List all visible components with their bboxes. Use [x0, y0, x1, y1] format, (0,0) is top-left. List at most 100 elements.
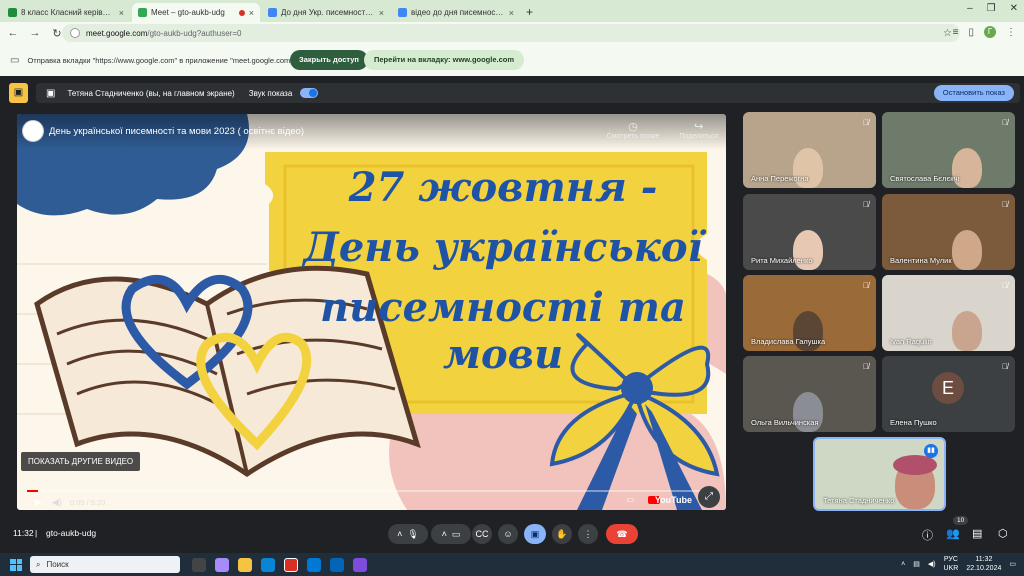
- taskbar-search[interactable]: ⌕ Поиск: [30, 556, 180, 573]
- participant-tile[interactable]: 🎙̸ Ольга Вильчинская: [743, 356, 876, 432]
- participant-tile[interactable]: 🎙̸ Анна Пережогна: [743, 112, 876, 188]
- browser-tab[interactable]: До дня Укр. писемності та мо... ×: [262, 3, 390, 22]
- store-icon[interactable]: [307, 557, 321, 572]
- close-window-icon[interactable]: ✕: [1010, 3, 1018, 14]
- mic-button[interactable]: ˄ 🎙: [388, 524, 428, 544]
- close-tab-icon[interactable]: ×: [379, 8, 384, 18]
- participant-tile[interactable]: E 🎙̸ Елена Пушко: [882, 356, 1015, 432]
- network-icon[interactable]: ▤: [913, 560, 920, 568]
- participant-tile[interactable]: 🎙̸ Валентина Мулик: [882, 194, 1015, 270]
- present-button[interactable]: ▣: [524, 524, 546, 544]
- channel-logo[interactable]: [22, 120, 44, 142]
- hang-up-icon: ☎: [616, 528, 628, 539]
- minimize-icon[interactable]: –: [967, 3, 973, 14]
- mic-off-icon: 🎙̸: [863, 281, 869, 290]
- tray-chevron-icon[interactable]: ˄: [901, 561, 905, 568]
- new-tab-button[interactable]: +: [526, 3, 533, 22]
- mic-off-icon: 🎙̸: [1002, 362, 1008, 371]
- emoji-button[interactable]: ☺: [498, 524, 518, 544]
- participant-tile[interactable]: 🎙̸ Рита Михайленко: [743, 194, 876, 270]
- profile-avatar[interactable]: Г: [984, 26, 996, 38]
- participant-tile[interactable]: 🎙̸ Владислава Галушка: [743, 275, 876, 351]
- search-icon: ⌕: [36, 559, 41, 569]
- more-videos-button[interactable]: ПОКАЗАТЬ ДРУГИЕ ВИДЕО: [21, 452, 141, 471]
- browser-tab[interactable]: Meet – gto-aukb-udg ×: [132, 3, 260, 22]
- participant-video: [952, 230, 982, 270]
- info-icon[interactable]: ⓘ: [922, 527, 933, 543]
- outlook-icon[interactable]: [330, 557, 344, 572]
- activities-icon[interactable]: ⬡: [998, 527, 1008, 540]
- camera-button[interactable]: ˄ ▭: [431, 524, 471, 544]
- presented-video[interactable]: День української писемності та мови 2023…: [17, 114, 726, 510]
- video-title[interactable]: День української писемності та мови 2023…: [49, 126, 304, 137]
- file-explorer-icon[interactable]: [238, 557, 252, 572]
- watch-later-button[interactable]: ◷ Смотреть позже: [607, 120, 660, 140]
- url-host: meet.google.com: [86, 28, 148, 38]
- captions-button[interactable]: CC: [472, 524, 492, 544]
- participant-name: Валентина Мулик: [890, 256, 952, 265]
- taskbar-time: 11:32: [975, 556, 993, 563]
- people-icon[interactable]: 👥: [946, 527, 960, 540]
- forward-icon[interactable]: →: [26, 27, 44, 39]
- url-input[interactable]: meet.google.com/gto-aukb-udg?authuser=0 …: [62, 24, 960, 42]
- sidepanel-icon[interactable]: ▯: [968, 27, 974, 38]
- participant-name: Святослава Бєлєкчі: [890, 174, 960, 183]
- chrome-icon[interactable]: [284, 557, 298, 572]
- notifications-icon[interactable]: ▭: [1009, 560, 1016, 568]
- raise-hand-button[interactable]: ✋: [552, 524, 572, 544]
- speaker-icon[interactable]: ◀): [928, 560, 936, 568]
- audio-toggle[interactable]: [300, 88, 319, 98]
- browser-tab[interactable]: відео до дня писемності т... ×: [392, 3, 520, 22]
- task-view-icon[interactable]: [192, 557, 206, 572]
- bookmark-star-icon[interactable]: ☆: [943, 28, 952, 39]
- copilot-icon[interactable]: [215, 557, 229, 572]
- leave-call-button[interactable]: ☎: [606, 524, 638, 544]
- stop-sharing-button[interactable]: Закрыть доступ: [290, 50, 368, 70]
- mic-off-icon: 🎙̸: [863, 118, 869, 127]
- participant-tile[interactable]: 🎙̸ Святослава Бєлєкчі: [882, 112, 1015, 188]
- youtube-logo[interactable]: YouTube: [655, 495, 692, 505]
- search-placeholder: Поиск: [46, 560, 69, 569]
- subtitles-icon[interactable]: ▭: [626, 495, 634, 504]
- start-icon[interactable]: [10, 558, 22, 571]
- captions-icon: CC: [475, 529, 489, 539]
- site-info-icon[interactable]: [70, 28, 80, 38]
- back-icon[interactable]: ←: [4, 27, 22, 39]
- meeting-clock: 11:32: [13, 528, 34, 538]
- share-tab-icon: ▭: [10, 54, 20, 66]
- share-arrow-icon: ↪: [694, 121, 704, 133]
- share-video-button[interactable]: ↪ Поделиться: [679, 120, 718, 140]
- close-tab-icon[interactable]: ×: [509, 8, 514, 18]
- self-hair: [893, 455, 937, 475]
- language-indicator[interactable]: РУС UKR: [944, 555, 959, 573]
- close-tab-icon[interactable]: ×: [249, 8, 254, 18]
- media-control-icon[interactable]: ≡: [953, 27, 959, 38]
- presenting-strip: ▣ ▣ Тетяна Стадниченко (вы, на главном э…: [0, 76, 1024, 110]
- tab-title: 8 класс Класний керівник: Ста...: [21, 8, 115, 17]
- maximize-icon[interactable]: ❐: [987, 3, 996, 14]
- taskbar-clock[interactable]: 11:32 22.10.2024: [966, 555, 1001, 573]
- share-message: Отправка вкладки "https://www.google.com…: [27, 55, 300, 65]
- more-options-button[interactable]: ⋮: [578, 524, 598, 544]
- video-progress-fill: [27, 490, 38, 492]
- watch-later-label: Смотреть позже: [606, 133, 660, 140]
- video-progress-bar[interactable]: [27, 490, 715, 492]
- go-to-tab-button[interactable]: Перейти на вкладку: www.google.com: [364, 50, 525, 70]
- participant-tile[interactable]: 🎙̸ Ivan Ragulin: [882, 275, 1015, 351]
- menu-dots-icon[interactable]: ⋮: [1006, 27, 1016, 38]
- edge-icon[interactable]: [261, 557, 275, 572]
- expand-icon[interactable]: ⤢: [698, 486, 720, 508]
- chat-icon[interactable]: ▤: [972, 527, 982, 540]
- url-path: /gto-aukb-udg?authuser=0: [147, 28, 242, 38]
- stop-presenting-button[interactable]: Остановить показ: [933, 85, 1014, 101]
- play-icon[interactable]: ▶: [35, 497, 42, 508]
- taskbar-apps: [192, 557, 367, 572]
- chevron-up-icon: ˄: [441, 529, 447, 539]
- mic-off-icon: 🎙̸: [1002, 281, 1008, 290]
- browser-tab[interactable]: 8 класс Класний керівник: Ста... ×: [2, 3, 130, 22]
- volume-icon[interactable]: ◀): [52, 497, 62, 508]
- viber-icon[interactable]: [353, 557, 367, 572]
- video-controls: ▶ ◀) 0:05 / 5:20: [17, 494, 726, 510]
- close-tab-icon[interactable]: ×: [119, 8, 124, 18]
- self-tile[interactable]: ▮▮ Тетяна Стадниченко: [813, 437, 946, 511]
